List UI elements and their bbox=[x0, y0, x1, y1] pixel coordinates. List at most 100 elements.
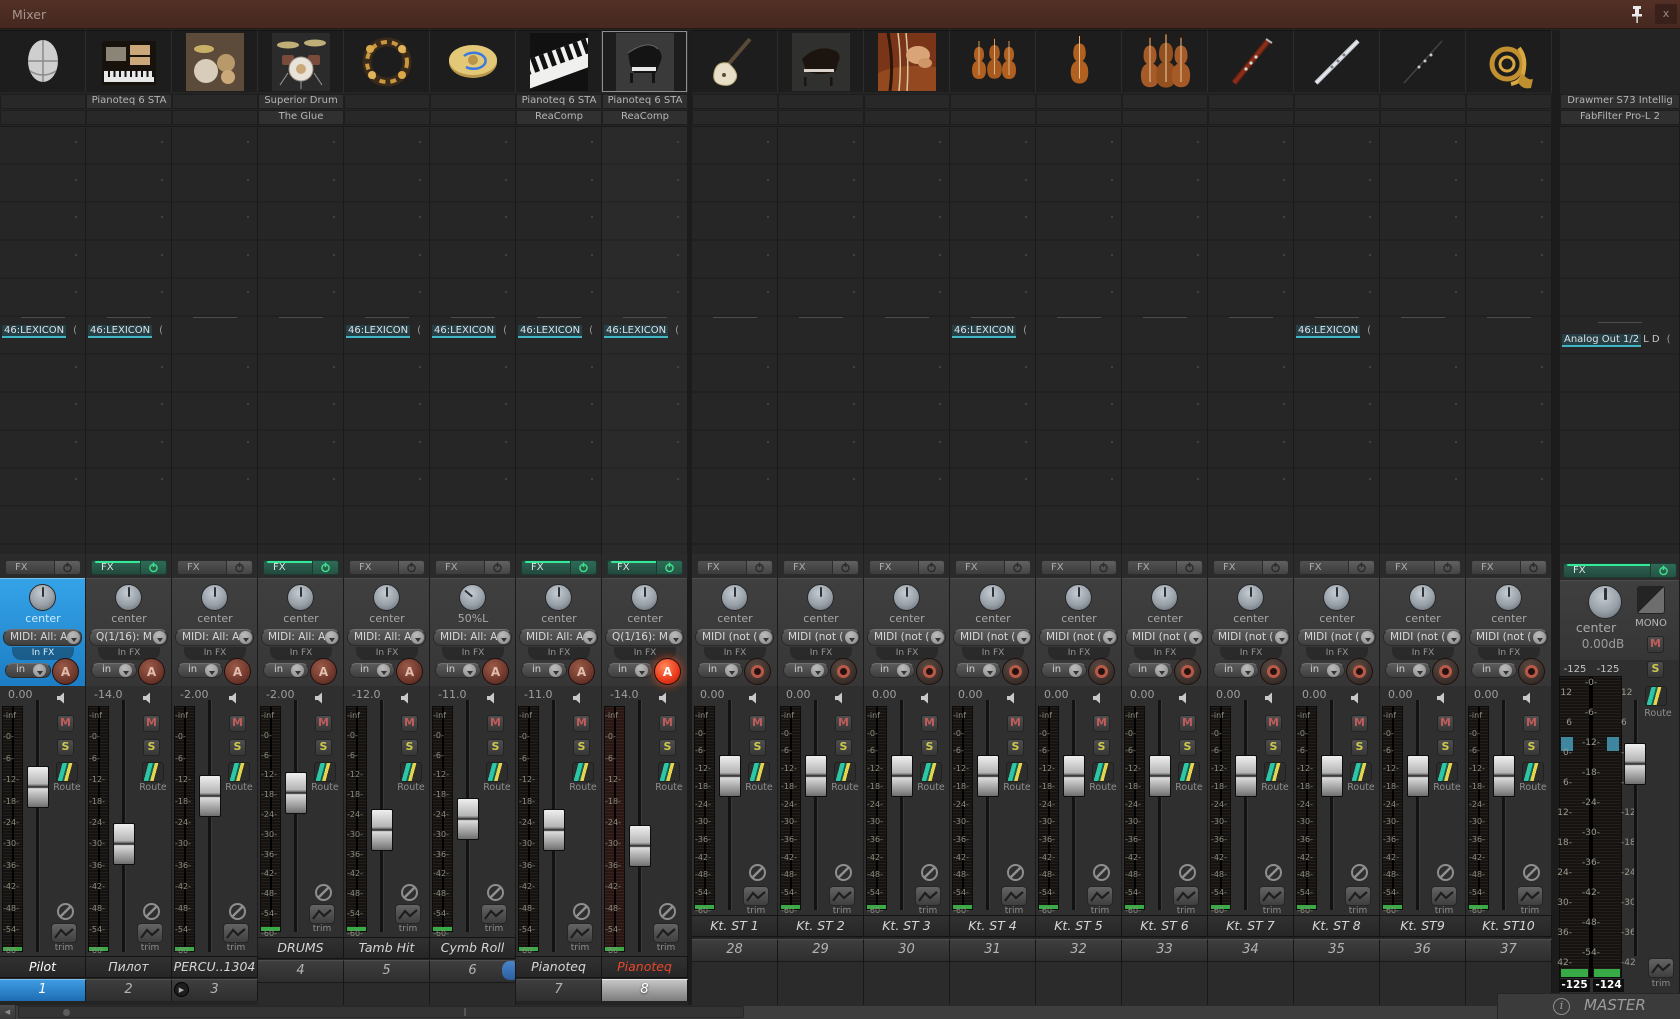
fader-handle[interactable] bbox=[977, 755, 999, 797]
fx-slot-label[interactable]: Pianoteq 6 STA bbox=[602, 94, 688, 109]
volume-readout[interactable]: 0.00 bbox=[1208, 688, 1256, 701]
fx-power-icon[interactable] bbox=[398, 561, 424, 574]
send-name[interactable]: 46:LEXICON bbox=[952, 325, 1016, 338]
fx-slot-label[interactable] bbox=[950, 94, 1036, 109]
route-button[interactable] bbox=[572, 762, 594, 782]
track-icon-clarinet[interactable] bbox=[1380, 30, 1466, 92]
title-bar[interactable]: Mixer x bbox=[0, 0, 1680, 29]
solo-button[interactable]: S bbox=[1523, 739, 1540, 756]
record-arm-button[interactable]: A bbox=[224, 658, 251, 685]
send-slot[interactable]: 46:LEXICON( bbox=[604, 325, 679, 339]
mute-button[interactable]: M bbox=[573, 715, 590, 732]
pin-icon[interactable] bbox=[1628, 5, 1646, 24]
fx-button[interactable]: FX bbox=[955, 560, 1031, 575]
track-name[interactable]: Cymb Roll bbox=[430, 937, 516, 959]
chevron-down-icon[interactable] bbox=[983, 664, 996, 677]
output-name[interactable]: Analog Out 1/2 bbox=[1562, 334, 1641, 347]
track-name[interactable]: Tamb Hit bbox=[344, 937, 430, 959]
pan-knob[interactable] bbox=[29, 584, 56, 611]
phase-button[interactable] bbox=[487, 884, 504, 901]
fx-slot-label[interactable] bbox=[1380, 110, 1466, 125]
send-slot[interactable]: 46:LEXICON( bbox=[952, 325, 1027, 339]
fx-power-icon[interactable] bbox=[226, 561, 252, 574]
level-meter[interactable] bbox=[604, 706, 625, 952]
mute-button[interactable]: M bbox=[659, 715, 676, 732]
trim-button[interactable] bbox=[1431, 886, 1457, 906]
phase-button[interactable] bbox=[1007, 864, 1024, 881]
fx-slot-label[interactable] bbox=[86, 110, 172, 125]
fx-button[interactable]: FX bbox=[521, 560, 597, 575]
fader-track[interactable] bbox=[728, 700, 731, 910]
fx-button[interactable]: FX bbox=[349, 560, 425, 575]
fader-track[interactable] bbox=[1158, 700, 1161, 910]
chevron-down-icon[interactable] bbox=[33, 664, 46, 677]
pan-knob[interactable] bbox=[545, 584, 572, 611]
fx-power-icon[interactable] bbox=[1434, 561, 1460, 574]
record-arm-button[interactable] bbox=[1518, 658, 1545, 685]
send-name[interactable]: 46:LEXICON bbox=[518, 325, 582, 338]
fx-power-icon[interactable] bbox=[656, 561, 682, 574]
track-number[interactable]: 37 bbox=[1466, 939, 1552, 961]
fx-button[interactable]: FX bbox=[435, 560, 511, 575]
track-number[interactable]: 31 bbox=[950, 939, 1036, 961]
solo-button[interactable]: S bbox=[57, 739, 74, 756]
track-name[interactable]: Kt. ST 8 bbox=[1294, 915, 1380, 937]
master-peak-top-right[interactable]: -125 bbox=[1593, 664, 1623, 675]
fx-slot-label[interactable]: Superior Drum bbox=[258, 94, 344, 109]
send-name[interactable]: 46:LEXICON bbox=[432, 325, 496, 338]
track-name[interactable]: DRUMS bbox=[258, 937, 344, 959]
mute-button[interactable]: M bbox=[57, 715, 74, 732]
track-name[interactable]: Пилот bbox=[86, 956, 172, 978]
fx-slot-label[interactable] bbox=[1122, 94, 1208, 109]
fx-slot-label[interactable]: ReaComp bbox=[516, 110, 602, 125]
master-name-label[interactable]: MASTER bbox=[1584, 996, 1680, 1014]
track-icon-cymbal[interactable] bbox=[430, 30, 516, 92]
phase-button[interactable] bbox=[1179, 864, 1196, 881]
fader-handle[interactable] bbox=[199, 775, 221, 817]
chevron-down-icon[interactable] bbox=[845, 631, 858, 644]
master-peak-top-left[interactable]: -125 bbox=[1560, 664, 1590, 675]
fader-handle[interactable] bbox=[1149, 755, 1171, 797]
mute-button[interactable]: M bbox=[1179, 715, 1196, 732]
fx-power-icon[interactable] bbox=[1176, 561, 1202, 574]
mute-button[interactable]: M bbox=[1523, 715, 1540, 732]
pan-knob[interactable] bbox=[893, 584, 920, 611]
chevron-down-icon[interactable] bbox=[1017, 631, 1030, 644]
phase-button[interactable] bbox=[1093, 864, 1110, 881]
trim-button[interactable] bbox=[51, 923, 77, 943]
solo-button[interactable]: S bbox=[1093, 739, 1110, 756]
route-button[interactable] bbox=[920, 762, 942, 782]
phase-button[interactable] bbox=[1437, 864, 1454, 881]
master-fader-track[interactable] bbox=[1634, 700, 1637, 956]
track-icon-grand-piano2[interactable] bbox=[778, 30, 864, 92]
trim-button[interactable] bbox=[1517, 886, 1543, 906]
fader-handle[interactable] bbox=[1407, 755, 1429, 797]
record-arm-button[interactable]: A bbox=[654, 658, 681, 685]
chevron-down-icon[interactable] bbox=[1275, 631, 1288, 644]
fx-button[interactable]: FX bbox=[1299, 560, 1375, 575]
volume-readout[interactable]: -14.0 bbox=[602, 688, 650, 701]
fx-power-icon[interactable] bbox=[1650, 564, 1676, 577]
track-icon-violin-group[interactable] bbox=[950, 30, 1036, 92]
fx-button[interactable]: FX bbox=[177, 560, 253, 575]
fx-slot-label[interactable] bbox=[778, 94, 864, 109]
phase-button[interactable] bbox=[1523, 864, 1540, 881]
fader-handle[interactable] bbox=[805, 755, 827, 797]
route-button[interactable] bbox=[658, 762, 680, 782]
scrollbar-left-arrow[interactable]: ◀ bbox=[0, 1005, 16, 1019]
chevron-down-icon[interactable] bbox=[239, 631, 252, 644]
record-arm-button[interactable]: A bbox=[138, 658, 165, 685]
solo-button[interactable]: S bbox=[921, 739, 938, 756]
level-meter[interactable] bbox=[518, 706, 539, 952]
chevron-down-icon[interactable] bbox=[549, 664, 562, 677]
pan-knob[interactable] bbox=[1237, 584, 1264, 611]
mute-button[interactable]: M bbox=[1437, 715, 1454, 732]
mute-button[interactable]: M bbox=[315, 715, 332, 732]
fx-power-icon[interactable] bbox=[1090, 561, 1116, 574]
route-button[interactable] bbox=[1178, 762, 1200, 782]
info-icon[interactable]: i bbox=[1553, 998, 1570, 1015]
track-number[interactable]: 36 bbox=[1380, 939, 1466, 961]
track-number[interactable]: 8 bbox=[602, 979, 688, 1001]
chevron-down-icon[interactable] bbox=[1447, 631, 1460, 644]
solo-button[interactable]: S bbox=[835, 739, 852, 756]
